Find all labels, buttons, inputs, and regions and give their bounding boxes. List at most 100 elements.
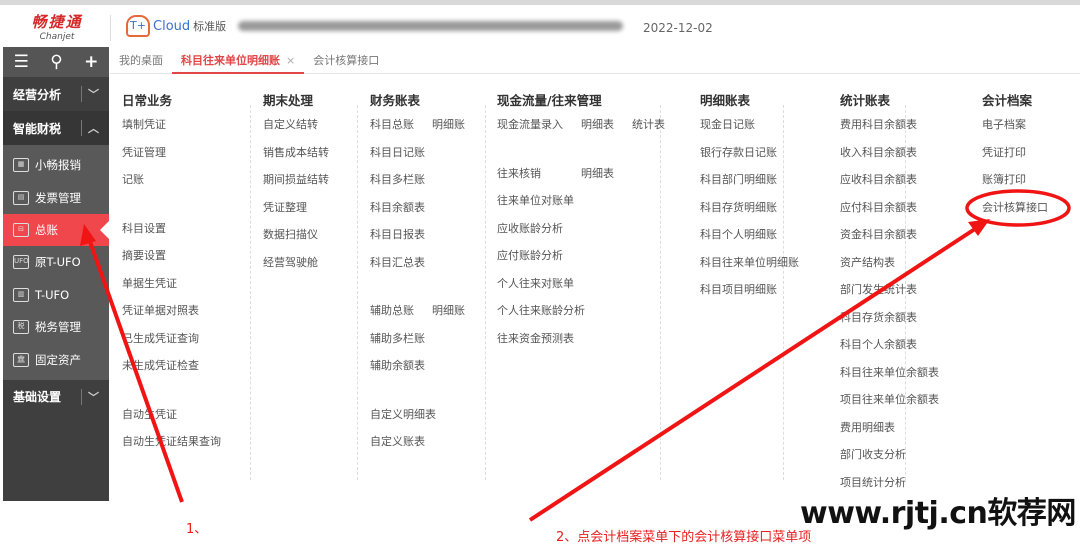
- menu-item[interactable]: 资产结构表: [840, 256, 895, 269]
- menu-item[interactable]: 凭证打印: [982, 146, 1026, 159]
- menu-item[interactable]: 摘要设置: [122, 249, 166, 262]
- close-icon[interactable]: ×: [286, 54, 295, 67]
- menu-item[interactable]: 凭证单据对照表: [122, 304, 199, 317]
- login-date: 2022-12-02: [643, 21, 713, 35]
- menu-item[interactable]: 自定义明细表: [370, 408, 436, 421]
- sidebar-item[interactable]: 税税务管理: [3, 311, 109, 343]
- menu-item[interactable]: 项目统计分析: [840, 476, 906, 489]
- tab[interactable]: 会计核算接口: [304, 48, 388, 74]
- menu-item[interactable]: 科目存货明细账: [700, 201, 777, 214]
- menu-row: 电子档案: [982, 116, 1066, 144]
- menu-item[interactable]: 已生成凭证查询: [122, 332, 199, 345]
- menu-row: 科目部门明细账: [700, 171, 817, 199]
- menu-item[interactable]: 应付科目余额表: [840, 201, 917, 214]
- redacted-account-name: [238, 21, 623, 31]
- menu-item[interactable]: 现金日记账: [700, 118, 755, 131]
- sidebar-item[interactable]: 🏛 固定资产: [3, 343, 109, 375]
- menu-item[interactable]: 数据扫描仪: [263, 228, 318, 241]
- sidebar-group-basic-settings[interactable]: 基础设置 ﹀: [3, 380, 109, 414]
- sidebar-item[interactable]: UFO 原T-UFO: [3, 246, 109, 278]
- menu-item[interactable]: 科目部门明细账: [700, 173, 777, 186]
- menu-item[interactable]: 科目余额表: [370, 201, 425, 214]
- menu-item[interactable]: 销售成本结转: [263, 146, 329, 159]
- menu-item[interactable]: 现金流量录入: [497, 118, 563, 131]
- menu-item[interactable]: 明细表: [581, 118, 614, 131]
- menu-row: 辅助总账 明细账: [370, 302, 483, 330]
- search-icon[interactable]: ⚲: [50, 52, 62, 72]
- menu-item[interactable]: 科目多栏账: [370, 173, 425, 186]
- menu-item[interactable]: 明细账: [432, 118, 465, 131]
- menu-item[interactable]: 个人往来对账单: [497, 277, 574, 290]
- menu-item[interactable]: 科目个人余额表: [840, 338, 917, 351]
- menu-item[interactable]: 费用明细表: [840, 421, 895, 434]
- menu-item[interactable]: 费用科目余额表: [840, 118, 917, 131]
- menu-icon[interactable]: ☰: [14, 52, 29, 72]
- menu-item[interactable]: 科目往来单位明细账: [700, 256, 799, 269]
- menu-item[interactable]: 凭证管理: [122, 146, 166, 159]
- menu-item[interactable]: 往来核销: [497, 167, 541, 180]
- menu-item[interactable]: 科目总账: [370, 118, 414, 131]
- menu-item[interactable]: 填制凭证: [122, 118, 166, 131]
- menu-row: 销售成本结转: [263, 144, 347, 172]
- general-ledger-menu-panel: 日常业务 填制凭证 凭证管理 记账 科目设置 摘要设置 单据生凭证 凭证单据对照表 已生成凭证查…: [110, 80, 1076, 500]
- menu-item[interactable]: 科目设置: [122, 222, 166, 235]
- menu-item[interactable]: 统计表: [632, 118, 665, 131]
- menu-item[interactable]: 科目存货余额表: [840, 311, 917, 324]
- ufo-icon: ▥: [13, 287, 29, 302]
- menu-item[interactable]: 资金科目余额表: [840, 228, 917, 241]
- menu-item[interactable]: 明细表: [581, 167, 614, 180]
- menu-item[interactable]: 应付账龄分析: [497, 249, 563, 262]
- menu-item[interactable]: 辅助余额表: [370, 359, 425, 372]
- menu-item[interactable]: 单据生凭证: [122, 277, 177, 290]
- menu-item[interactable]: 科目个人明细账: [700, 228, 777, 241]
- menu-item[interactable]: 自动生凭证: [122, 408, 177, 421]
- menu-row: 科目个人余额表: [840, 336, 957, 364]
- menu-item[interactable]: 自定义账表: [370, 435, 425, 448]
- menu-item[interactable]: 明细账: [432, 304, 465, 317]
- menu-item[interactable]: 期间损益结转: [263, 173, 329, 186]
- menu-item[interactable]: 自定义结转: [263, 118, 318, 131]
- menu-item[interactable]: 经营驾驶舱: [263, 256, 318, 269]
- menu-row: 应收科目余额表: [840, 171, 957, 199]
- menu-item[interactable]: 电子档案: [982, 118, 1026, 131]
- menu-item[interactable]: 科目日报表: [370, 228, 425, 241]
- menu-item[interactable]: 收入科目余额表: [840, 146, 917, 159]
- menu-item[interactable]: 个人往来账龄分析: [497, 304, 585, 317]
- menu-item[interactable]: 银行存款日记账: [700, 146, 777, 159]
- menu-item[interactable]: 账簿打印: [982, 173, 1026, 186]
- menu-row: 科目存货余额表: [840, 309, 957, 337]
- menu-item[interactable]: 会计核算接口: [982, 201, 1048, 214]
- sidebar-group-business-analysis[interactable]: 经营分析 ﹀: [3, 77, 109, 111]
- menu-item[interactable]: 项目往来单位余额表: [840, 393, 939, 406]
- sidebar-group-smart-finance[interactable]: 智能财税 ︿: [3, 111, 109, 145]
- menu-item[interactable]: 部门收支分析: [840, 448, 906, 461]
- plus-icon[interactable]: +: [84, 52, 98, 72]
- menu-item[interactable]: 部门发生统计表: [840, 283, 917, 296]
- sidebar-item[interactable]: ▦ 小畅报销: [3, 149, 109, 181]
- menu-column-title: 期末处理: [263, 93, 314, 108]
- tab[interactable]: 科目往来单位明细账 ×: [172, 48, 305, 74]
- tab[interactable]: 我的桌面: [110, 48, 172, 74]
- menu-item[interactable]: 辅助总账: [370, 304, 414, 317]
- menu-item[interactable]: 自动生凭证结果查询: [122, 435, 221, 448]
- tab-label: 科目往来单位明细账: [181, 53, 280, 67]
- menu-item[interactable]: 科目往来单位余额表: [840, 366, 939, 379]
- sidebar-item[interactable]: ▥ T-UFO: [3, 279, 109, 311]
- menu-item[interactable]: 应收账龄分析: [497, 222, 563, 235]
- menu-item[interactable]: 科目项目明细账: [700, 283, 777, 296]
- menu-row: 应收账龄分析: [497, 220, 683, 248]
- sidebar-item[interactable]: ⊟ 总账: [3, 213, 110, 247]
- sidebar-item[interactable]: ▤ 发票管理: [3, 181, 109, 213]
- menu-item[interactable]: 科目日记账: [370, 146, 425, 159]
- menu-row: 项目往来单位余额表: [840, 391, 957, 419]
- menu-row: 往来核销 明细表: [497, 165, 683, 193]
- menu-item[interactable]: 往来单位对账单: [497, 194, 574, 207]
- menu-item[interactable]: 往来资金预测表: [497, 332, 574, 345]
- menu-item[interactable]: 辅助多栏账: [370, 332, 425, 345]
- menu-item[interactable]: 科目汇总表: [370, 256, 425, 269]
- menu-column-title: 统计账表: [840, 93, 891, 108]
- menu-item[interactable]: 未生成凭证检查: [122, 359, 199, 372]
- menu-item[interactable]: 凭证整理: [263, 201, 307, 214]
- menu-item[interactable]: 记账: [122, 173, 144, 186]
- menu-item[interactable]: 应收科目余额表: [840, 173, 917, 186]
